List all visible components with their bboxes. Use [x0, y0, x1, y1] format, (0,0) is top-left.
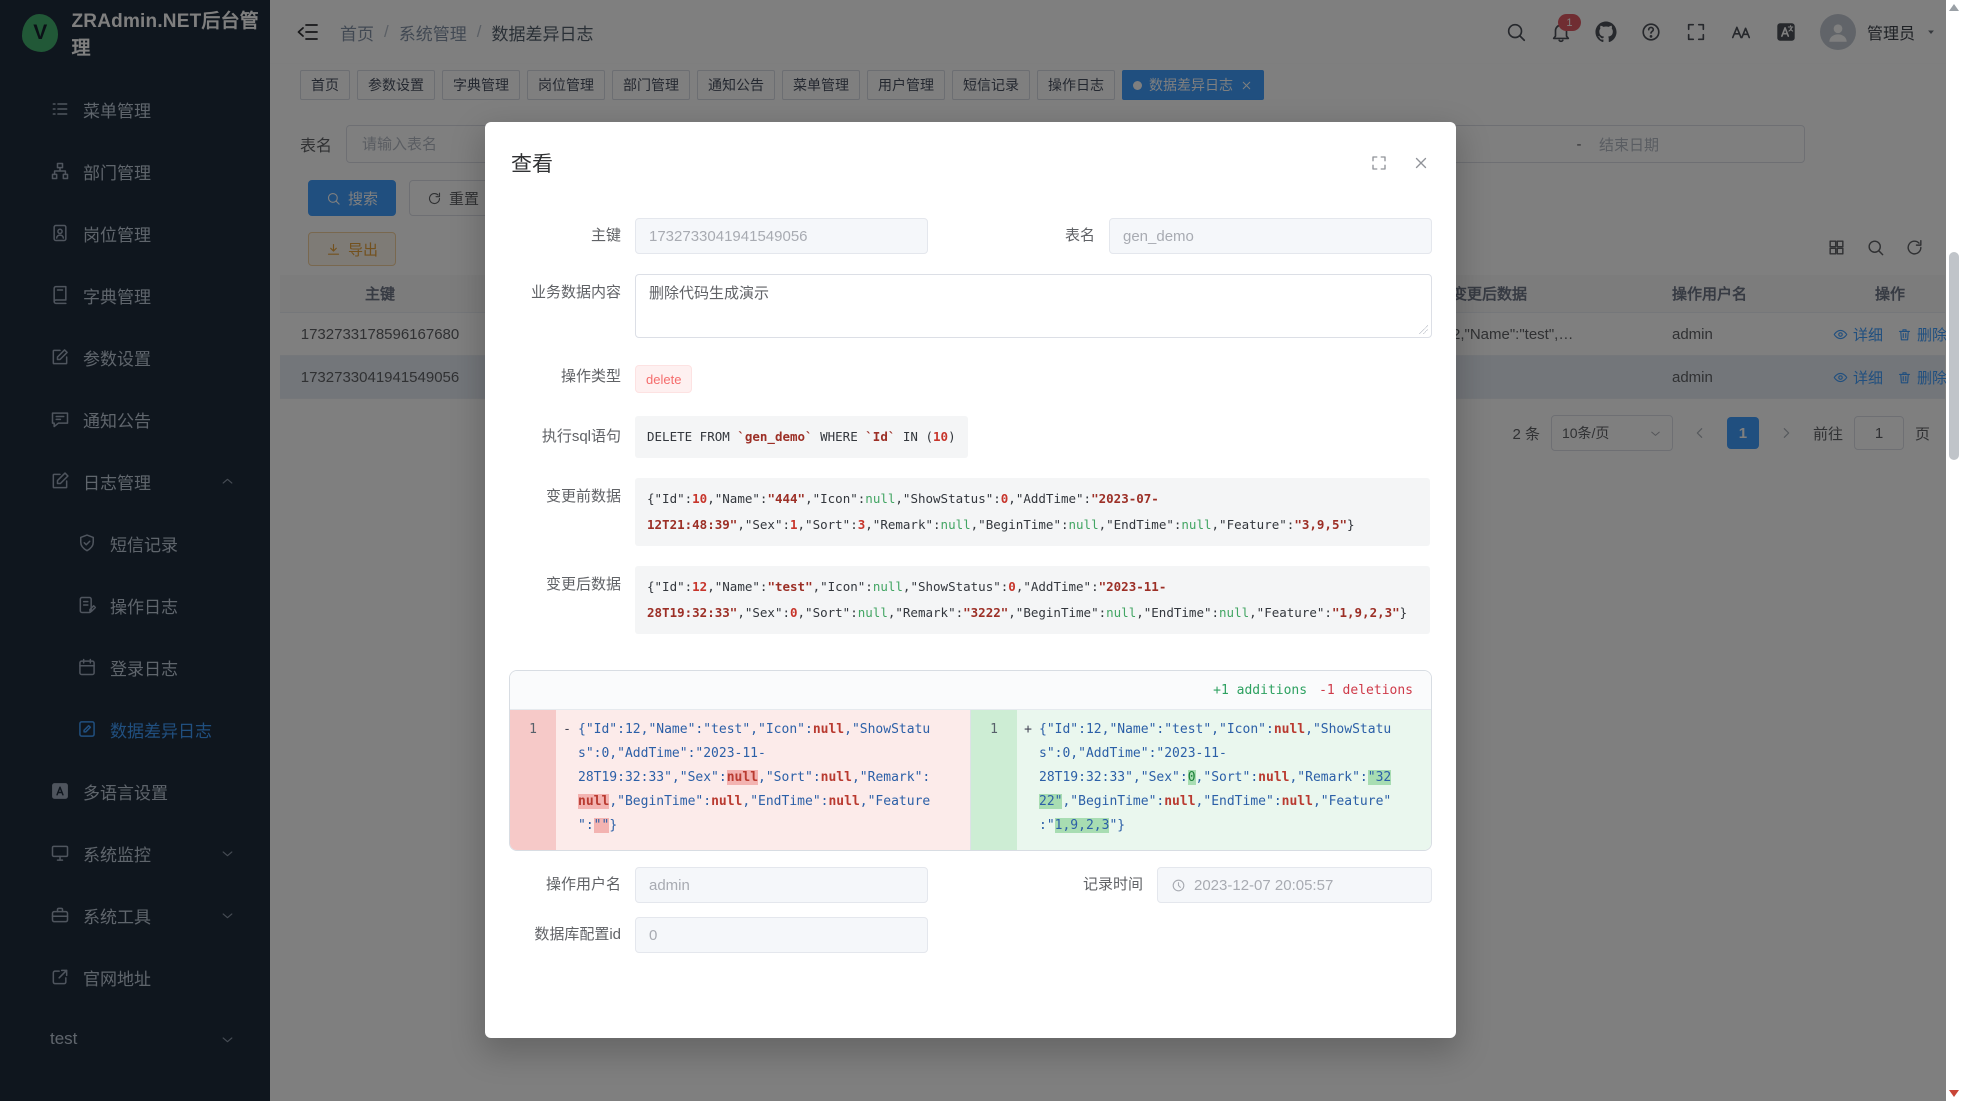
- business-content-label: 业务数据内容: [509, 274, 635, 305]
- primary-key-value: 1732733041941549056: [649, 228, 808, 245]
- dialog-body: 主键 1732733041941549056 表名 gen_demo 业务数据内…: [485, 178, 1456, 953]
- dialog-header: 查看: [485, 122, 1456, 178]
- db-config-id-input: 0: [635, 917, 928, 953]
- before-data-label: 变更前数据: [509, 478, 635, 509]
- diff-right-line-number: 1: [971, 710, 1017, 850]
- operator-input: admin: [635, 867, 928, 903]
- dialog-fullscreen-icon[interactable]: [1370, 154, 1388, 172]
- clock-icon: [1171, 878, 1186, 893]
- diff-left-marker: -: [556, 710, 578, 850]
- operation-type-tag: delete: [635, 365, 692, 393]
- record-time-value: 2023-12-07 20:05:57: [1194, 877, 1333, 894]
- primary-key-input: 1732733041941549056: [635, 218, 928, 254]
- db-config-id-label: 数据库配置id: [509, 917, 635, 953]
- diff-right-code: {"Id":12,"Name":"test","Icon":null,"Show…: [1039, 710, 1395, 850]
- scrollbar-thumb[interactable]: [1949, 252, 1959, 460]
- scroll-up-arrow-icon[interactable]: [1949, 4, 1959, 11]
- sql-statement: DELETE FROM `gen_demo` WHERE `Id` IN (10…: [635, 416, 968, 458]
- operation-type-label: 操作类型: [509, 360, 635, 394]
- record-time-input: 2023-12-07 20:05:57: [1157, 867, 1432, 903]
- business-content-value: 删除代码生成演示: [649, 285, 769, 302]
- after-data-label: 变更后数据: [509, 566, 635, 597]
- dialog-close-icon[interactable]: [1412, 154, 1430, 172]
- dialog-title: 查看: [511, 148, 553, 178]
- table-name-field-label: 表名: [1065, 218, 1109, 254]
- diff-panel: +1 additions -1 deletions 1 - {"Id":12,"…: [509, 670, 1432, 851]
- table-name-value: gen_demo: [1123, 228, 1194, 245]
- scroll-down-arrow-icon[interactable]: [1949, 1090, 1959, 1097]
- diff-left-code: {"Id":12,"Name":"test","Icon":null,"Show…: [578, 710, 934, 850]
- db-config-id-value: 0: [649, 927, 657, 944]
- diff-additions: +1 additions: [1213, 683, 1307, 698]
- before-data-block: {"Id":10,"Name":"444","Icon":null,"ShowS…: [635, 478, 1430, 546]
- record-time-label: 记录时间: [1083, 867, 1157, 903]
- sql-label: 执行sql语句: [509, 416, 635, 458]
- vertical-scrollbar[interactable]: [1946, 0, 1962, 1101]
- app-root: V ZRAdmin.NET后台管理 菜单管理部门管理岗位管理字典管理参数设置通知…: [0, 0, 1962, 1101]
- operator-label: 操作用户名: [509, 867, 635, 903]
- diff-before-pane: 1 - {"Id":12,"Name":"test","Icon":null,"…: [510, 710, 971, 850]
- operator-value: admin: [649, 877, 690, 894]
- business-content-textarea[interactable]: 删除代码生成演示: [635, 274, 1432, 338]
- diff-right-marker: +: [1017, 710, 1039, 850]
- primary-key-label: 主键: [509, 218, 635, 254]
- diff-summary: +1 additions -1 deletions: [510, 671, 1431, 710]
- view-dialog: 查看 主键 1732733041941549056 表名 gen_demo 业务…: [485, 122, 1456, 1038]
- diff-after-pane: 1 + {"Id":12,"Name":"test","Icon":null,"…: [971, 710, 1431, 850]
- table-name-field-input: gen_demo: [1109, 218, 1432, 254]
- diff-left-line-number: 1: [510, 710, 556, 850]
- after-data-block: {"Id":12,"Name":"test","Icon":null,"Show…: [635, 566, 1430, 634]
- diff-deletions: -1 deletions: [1319, 683, 1413, 698]
